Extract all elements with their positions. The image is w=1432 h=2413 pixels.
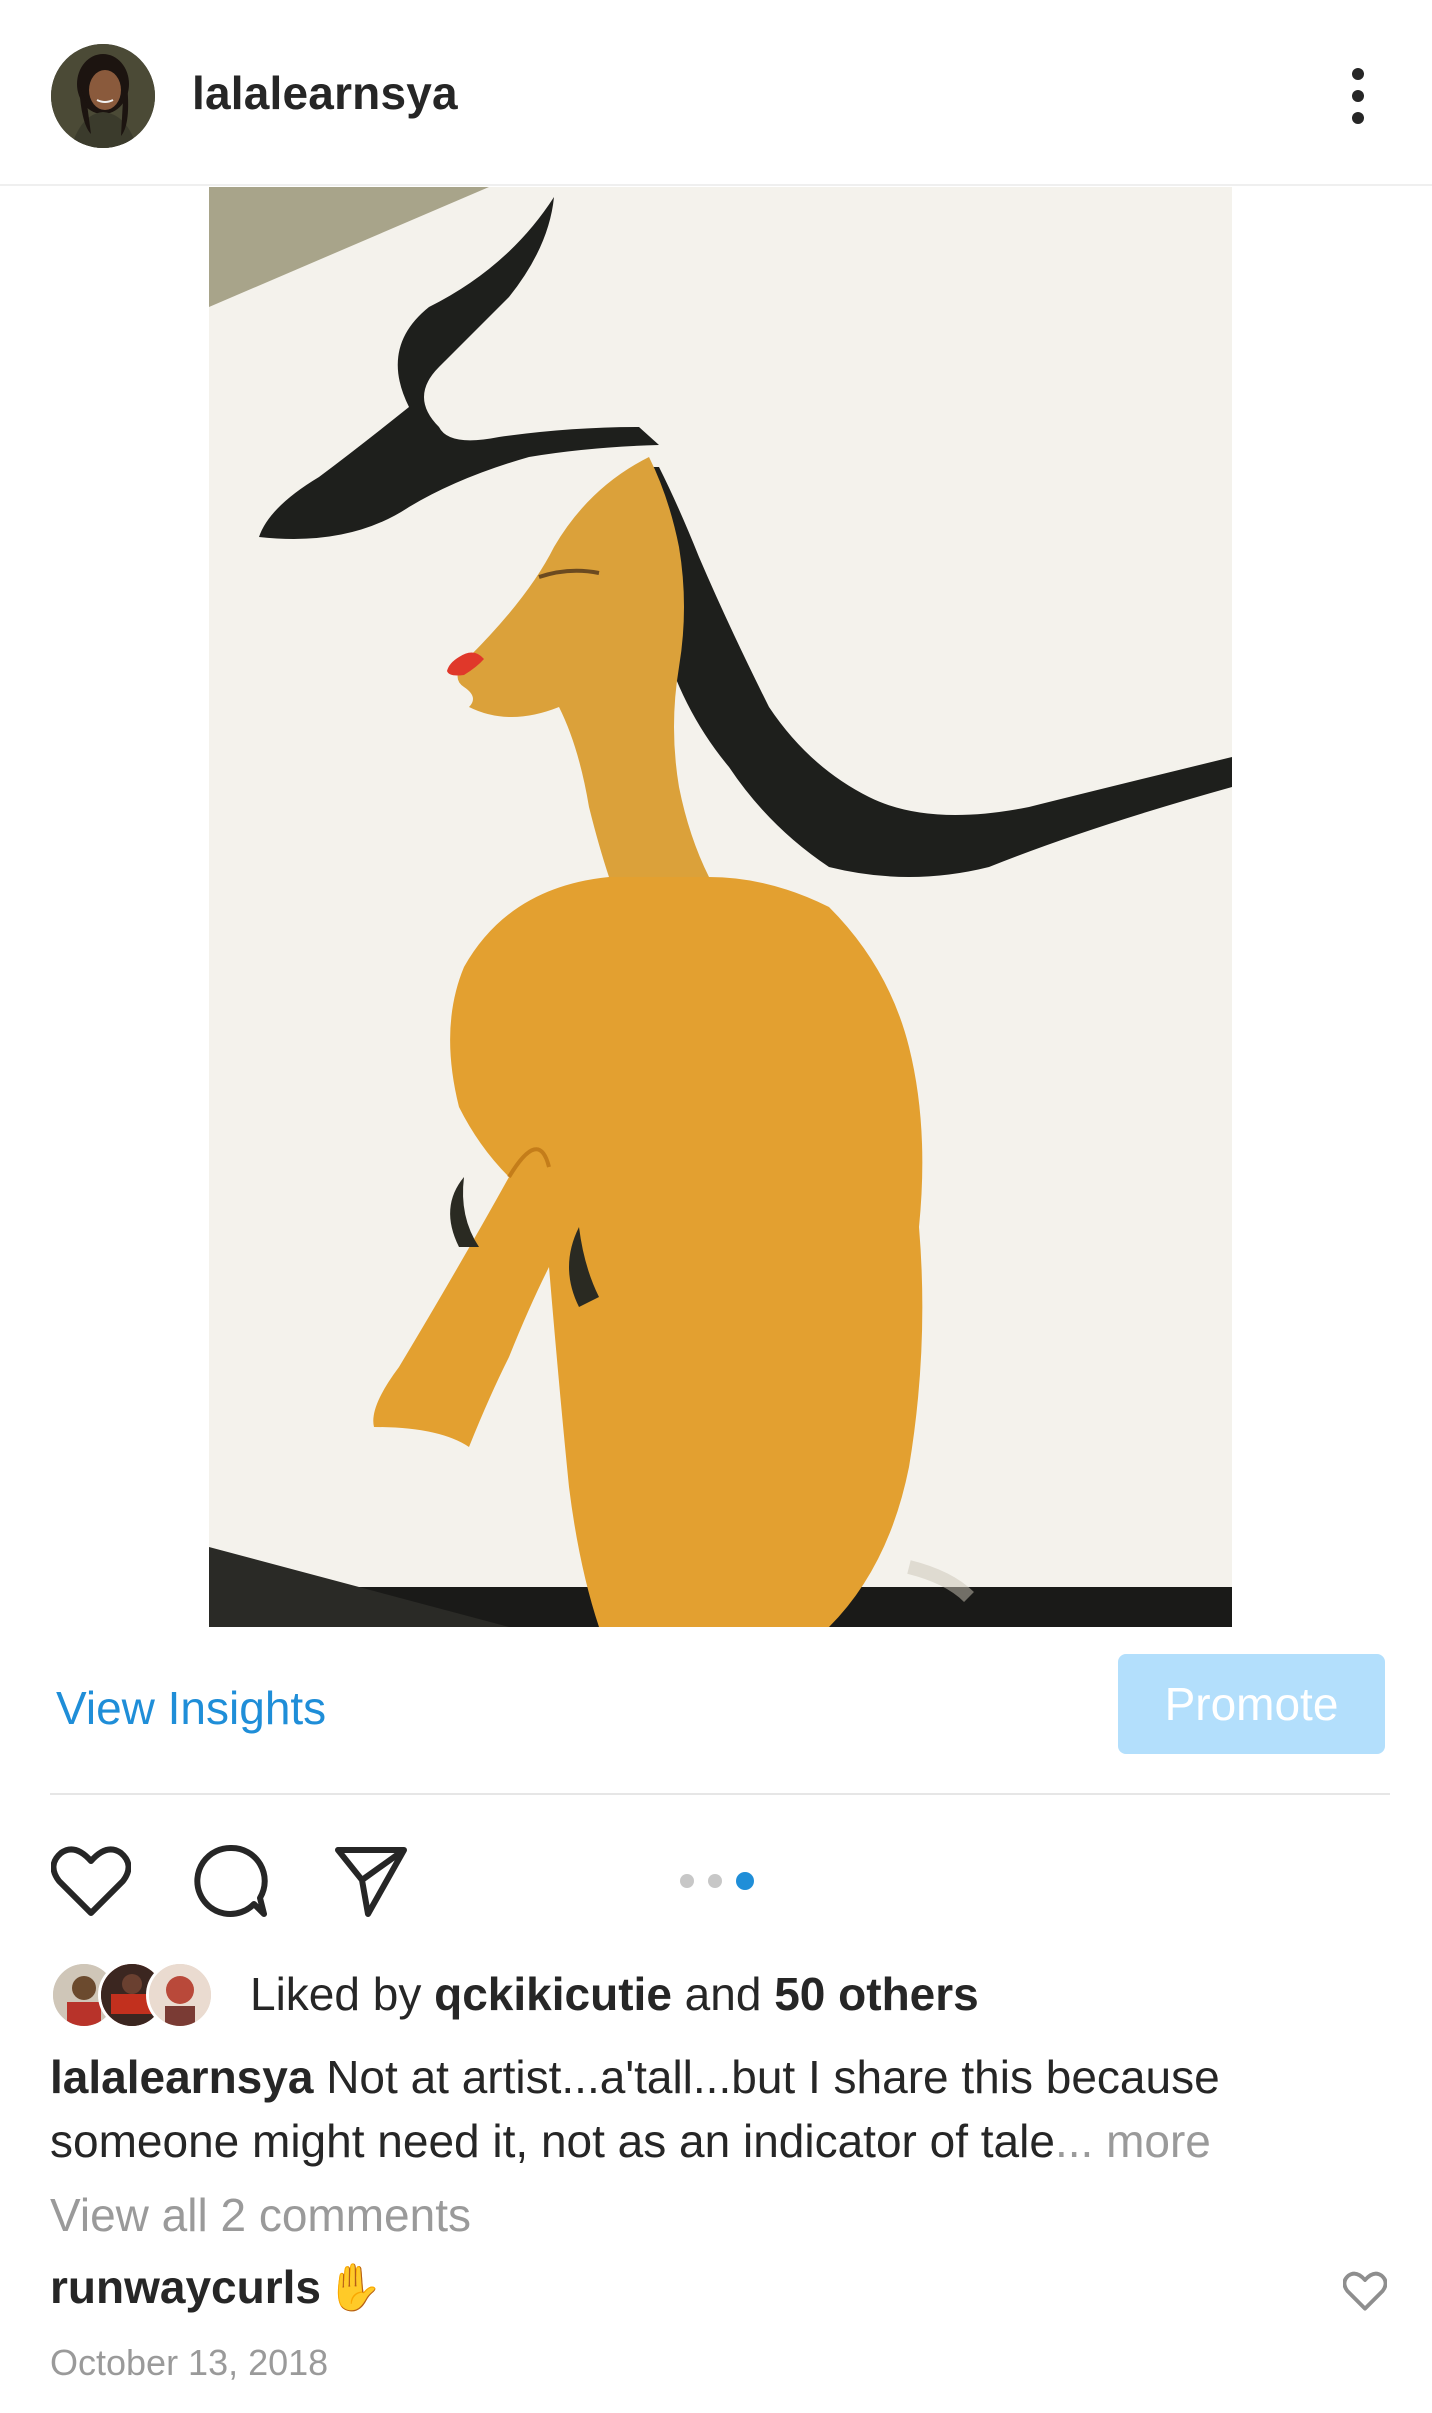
carousel-indicator <box>680 1872 754 1890</box>
more-vertical-icon[interactable] <box>1330 60 1386 132</box>
comment-like-icon[interactable] <box>1340 2266 1390 2316</box>
caption-ellipsis: ... <box>1054 2115 1094 2167</box>
caption-more-link[interactable]: more <box>1093 2115 1211 2167</box>
comment-icon[interactable] <box>190 1840 272 1922</box>
insights-row: View Insights Promote <box>0 1627 1432 1795</box>
post-actions <box>0 1820 1432 1930</box>
liker-username[interactable]: qckikicutie <box>434 1968 672 2020</box>
likes-prefix: Liked by <box>250 1968 435 2020</box>
post-date: October 13, 2018 <box>50 2342 329 2383</box>
liker-avatar <box>146 1961 214 2029</box>
comment-username[interactable]: runwaycurls <box>50 2261 321 2313</box>
liker-avatars <box>50 1961 220 2029</box>
post-username[interactable]: lalalearnsya <box>192 66 458 120</box>
view-insights-link[interactable]: View Insights <box>56 1681 326 1735</box>
promote-button[interactable]: Promote <box>1118 1654 1385 1754</box>
view-all-comments-link[interactable]: View all 2 comments <box>50 2188 471 2242</box>
post-header: lalalearnsya <box>0 0 1432 186</box>
carousel-dot <box>708 1874 722 1888</box>
carousel-dot <box>680 1874 694 1888</box>
divider <box>50 1793 1390 1795</box>
share-icon[interactable] <box>330 1840 412 1922</box>
heart-icon[interactable] <box>50 1840 132 1922</box>
user-avatar[interactable] <box>51 44 155 148</box>
likes-text: Liked by qckikicutie and 50 others <box>250 1967 979 2021</box>
likes-others[interactable]: 50 others <box>774 1968 979 2020</box>
likes-connector: and <box>671 1968 775 2020</box>
comment-text: ✋ <box>325 2261 383 2313</box>
likes-row[interactable]: Liked by qckikicutie and 50 others <box>50 1955 1390 2035</box>
post-media[interactable] <box>0 187 1432 1627</box>
painting-image <box>209 187 1232 1627</box>
comment-item: runwaycurls ✋ <box>50 2260 1390 2330</box>
carousel-dot-active <box>736 1872 754 1890</box>
caption-username[interactable]: lalalearnsya <box>50 2051 313 2103</box>
caption: lalalearnsya Not at artist...a'tall...bu… <box>50 2045 1390 2173</box>
